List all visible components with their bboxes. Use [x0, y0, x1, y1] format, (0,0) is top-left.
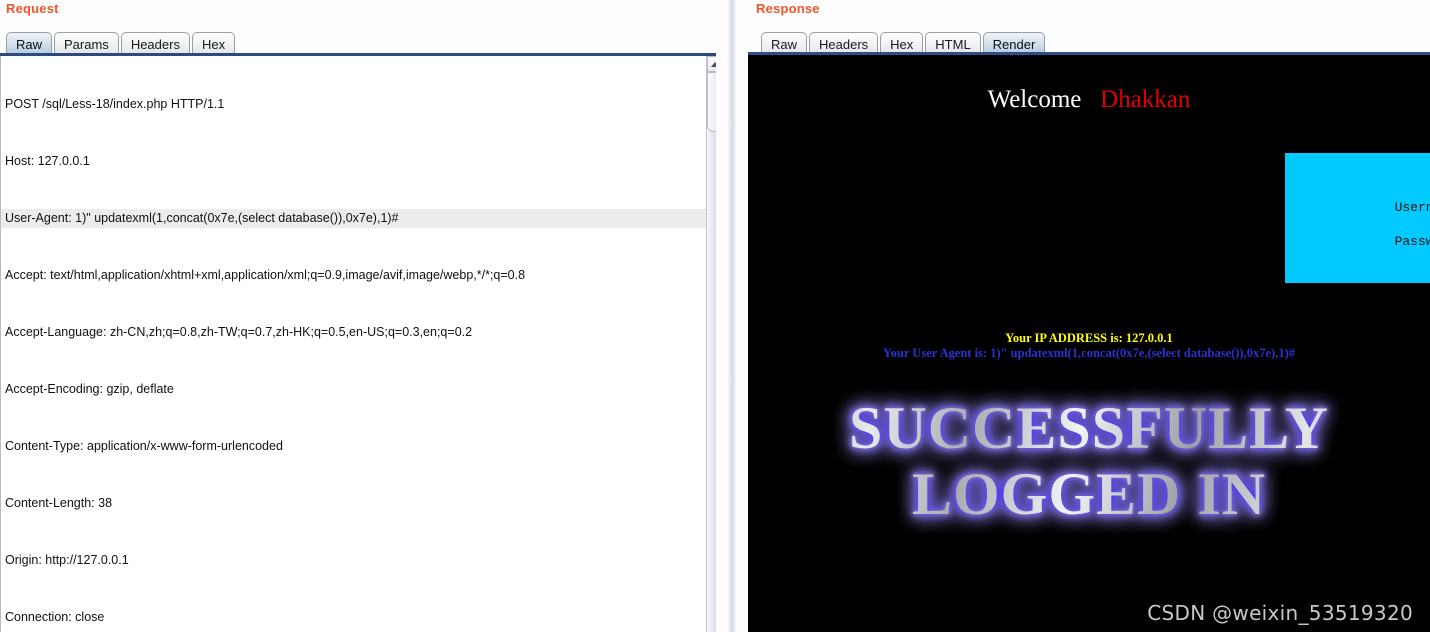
scrollbar-thumb[interactable] [707, 72, 716, 132]
password-label: Password [1394, 234, 1430, 249]
request-scrollbar[interactable] [706, 56, 716, 632]
raw-line: Accept: text/html,application/xhtml+xml,… [5, 268, 526, 282]
success-banner: SUCCESSFULLY LOGGED IN [748, 395, 1430, 527]
raw-line: Content-Length: 38 [5, 496, 113, 510]
response-title: Response [756, 1, 820, 16]
user-agent-line: Your User Agent is: 1)" updatexml(1,conc… [883, 346, 1295, 360]
welcome-heading: Welcome Dhakkan [748, 86, 1430, 114]
request-raw-viewer[interactable]: POST /sql/Less-18/index.php HTTP/1.1 Hos… [0, 56, 706, 632]
raw-line: Connection: close [5, 610, 105, 624]
raw-line: POST /sql/Less-18/index.php HTTP/1.1 [5, 97, 225, 111]
rendered-page[interactable]: Welcome Dhakkan Username Password Your I… [748, 55, 1430, 632]
request-panel: Request Raw Params Headers Hex POST /sql… [0, 0, 716, 632]
raw-line: Accept-Language: zh-CN,zh;q=0.8,zh-TW;q=… [5, 325, 473, 339]
request-tab-bar: Raw Params Headers Hex [6, 26, 236, 56]
raw-line: Accept-Encoding: gzip, deflate [5, 382, 174, 396]
raw-line-user-agent: User-Agent: 1)" updatexml(1,concat(0x7e,… [1, 209, 706, 228]
scroll-up-arrow-icon[interactable] [707, 56, 716, 72]
request-title: Request [6, 1, 59, 16]
request-raw-text: POST /sql/Less-18/index.php HTTP/1.1 Hos… [1, 56, 706, 632]
raw-line: Origin: http://127.0.0.1 [5, 553, 129, 567]
watermark-text: CSDN @weixin_53519320 [1147, 601, 1413, 625]
user-name-text: Dhakkan [1100, 86, 1191, 113]
username-label: Username [1394, 200, 1430, 215]
login-form-box[interactable]: Username Password [1285, 153, 1430, 283]
panel-divider[interactable] [716, 0, 748, 632]
response-panel: Response Raw Headers Hex HTML Render Wel… [748, 0, 1430, 632]
raw-line: Host: 127.0.0.1 [5, 154, 90, 168]
welcome-text: Welcome [987, 86, 1082, 113]
raw-line: Content-Type: application/x-www-form-url… [5, 439, 283, 453]
divider-grip[interactable] [727, 0, 736, 632]
ip-address-line: Your IP ADDRESS is: 127.0.0.1 [1005, 331, 1173, 345]
